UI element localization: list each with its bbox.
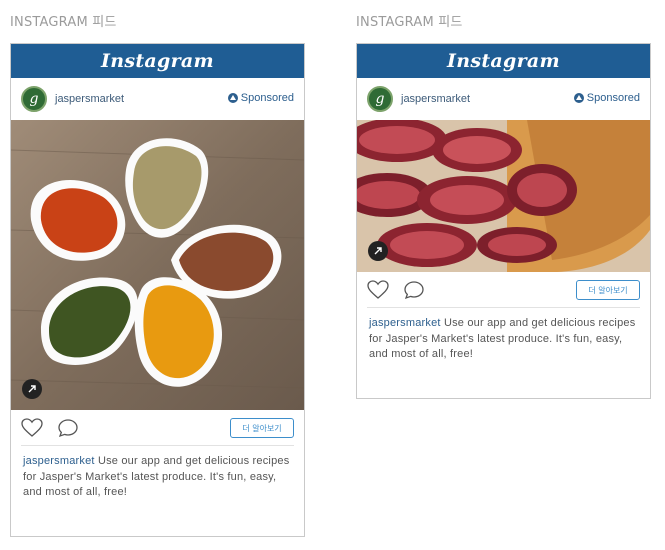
comment-icon[interactable] — [57, 418, 79, 438]
post-caption: jaspersmarket Use our app and get delici… — [357, 308, 650, 363]
section-label-right: INSTAGRAM 피드 — [356, 15, 463, 30]
avatar[interactable]: g — [21, 86, 47, 112]
profile-row: g jaspersmarket Sponsored — [357, 78, 650, 120]
comment-icon[interactable] — [403, 280, 425, 300]
instagram-header: Instagram — [357, 44, 650, 78]
username[interactable]: jaspersmarket — [401, 93, 470, 105]
sponsored-text: Sponsored — [586, 92, 640, 104]
avatar-letter: g — [375, 91, 385, 107]
sponsored-icon — [573, 93, 584, 103]
spices-photo — [11, 120, 304, 410]
actions-row: 더 알아보기 — [367, 272, 640, 308]
external-link-badge[interactable] — [22, 379, 42, 399]
heart-icon[interactable] — [21, 417, 43, 438]
post-image-fig-tart[interactable] — [357, 120, 650, 272]
section-label-left: INSTAGRAM 피드 — [10, 15, 117, 30]
avatar-letter: g — [29, 91, 39, 107]
sponsored-icon — [227, 93, 238, 103]
external-link-icon — [374, 247, 382, 255]
instagram-ad-card-landscape: Instagram g jaspersmarket Sponsored 더 알아… — [356, 43, 651, 399]
sponsored-label: Sponsored — [573, 92, 640, 104]
caption-username[interactable]: jaspersmarket — [369, 317, 441, 329]
post-caption: jaspersmarket Use our app and get delici… — [11, 446, 304, 501]
learn-more-button[interactable]: 더 알아보기 — [576, 280, 640, 300]
instagram-logo: Instagram — [101, 50, 214, 72]
instagram-logo: Instagram — [447, 50, 560, 72]
external-link-icon — [28, 385, 36, 393]
learn-more-button[interactable]: 더 알아보기 — [230, 418, 294, 438]
fig-tart-photo — [357, 120, 650, 272]
instagram-header: Instagram — [11, 44, 304, 78]
sponsored-text: Sponsored — [240, 92, 294, 104]
post-image-spices[interactable] — [11, 120, 304, 410]
avatar[interactable]: g — [367, 86, 393, 112]
heart-icon[interactable] — [367, 279, 389, 300]
instagram-ad-card-portrait: Instagram g jaspersmarket Sponsored 더 알아… — [10, 43, 305, 537]
actions-row: 더 알아보기 — [21, 410, 294, 446]
sponsored-label: Sponsored — [227, 92, 294, 104]
profile-row: g jaspersmarket Sponsored — [11, 78, 304, 120]
external-link-badge[interactable] — [368, 241, 388, 261]
caption-username[interactable]: jaspersmarket — [23, 455, 95, 467]
username[interactable]: jaspersmarket — [55, 93, 124, 105]
